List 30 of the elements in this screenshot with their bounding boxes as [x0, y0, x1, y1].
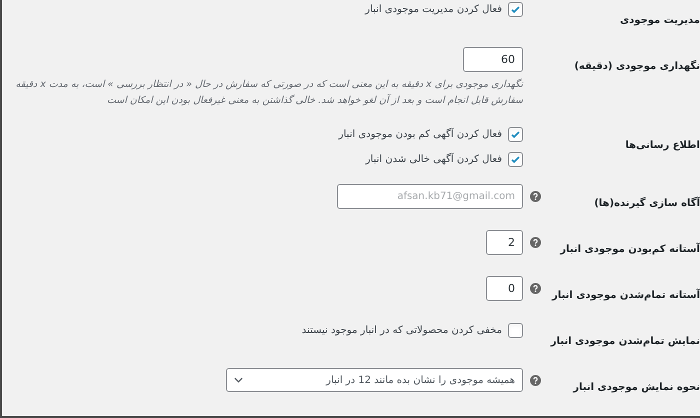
- number-field[interactable]: 60: [463, 47, 523, 72]
- chevron-down-icon: [234, 377, 243, 383]
- stock-display-select[interactable]: همیشه موجودی را نشان بده مانند 12 در انبار: [226, 368, 523, 392]
- setting-label: آگاه سازی گیرنده(ها): [594, 198, 700, 209]
- checkbox[interactable]: [508, 127, 523, 142]
- email-field[interactable]: afsan.kb71@gmail.com: [337, 184, 523, 209]
- checkmark-icon: [510, 154, 521, 165]
- setting-label: اطلاع رسانی‌ها: [625, 140, 700, 151]
- setting-label: آستانه تمام‌شدن موجودی انبار: [552, 290, 700, 301]
- checkbox-label: فعال کردن آگهی خالی شدن انبار: [366, 152, 502, 167]
- checkbox[interactable]: [508, 152, 523, 167]
- checkbox[interactable]: [508, 2, 523, 17]
- setting-label: مدیریت موجودی: [620, 15, 700, 26]
- help-icon[interactable]: [530, 283, 541, 294]
- field-description: نگهداری موجودی برای x دقیقه به این معنی است که در صورتی که سفارش در حال « در انتظار بررسی » است، به مدت x دقیقه سفارش قابل انجام است و بعد از آن لغو خواهد شد. خالی گذاشتن به معنی غیرفعال بودن این امکان است: [14, 78, 523, 108]
- number-field[interactable]: 0: [486, 276, 523, 301]
- setting-label: آستانه کم‌بودن موجودی انبار: [560, 244, 700, 255]
- help-icon[interactable]: [530, 375, 541, 386]
- setting-label: نگهداری موجودی (دقیقه): [574, 61, 700, 72]
- checkmark-icon: [510, 129, 521, 140]
- number-field[interactable]: 2: [486, 230, 523, 255]
- checkbox[interactable]: [508, 323, 523, 338]
- checkbox-label: فعال کردن آگهی کم بودن موجودی انبار: [338, 127, 502, 142]
- checkbox-label: فعال کردن مدیریت موجودی انبار: [365, 3, 502, 17]
- setting-label: نمایش تمام‌شدن موجودی انبار: [550, 336, 700, 347]
- help-icon[interactable]: [530, 237, 541, 248]
- checkbox-label: مخفی کردن محصولاتی که در انبار موجود نیستند: [302, 324, 502, 338]
- setting-label: نحوه نمایش موجودی انبار: [573, 382, 700, 393]
- checkmark-icon: [510, 4, 521, 15]
- help-icon[interactable]: [530, 191, 541, 202]
